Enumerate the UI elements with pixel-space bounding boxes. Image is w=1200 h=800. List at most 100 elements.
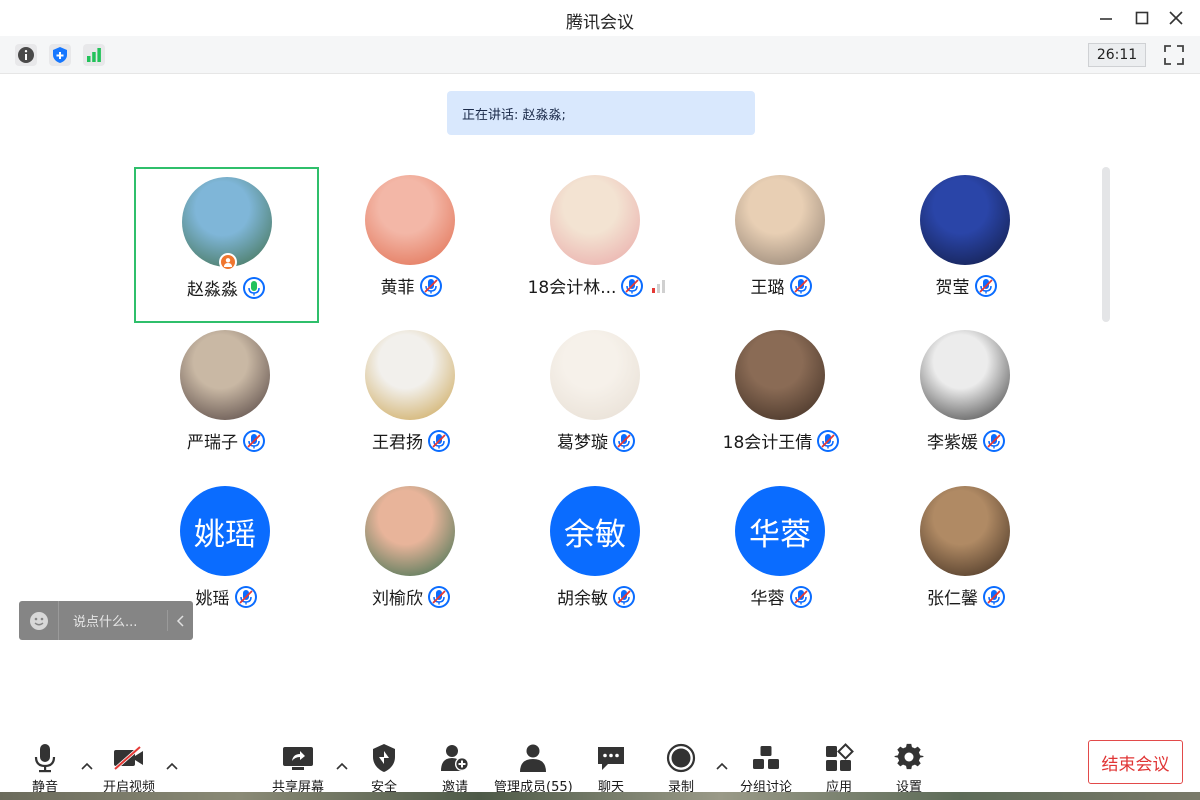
mic-muted-icon bbox=[620, 274, 644, 298]
participant-name-row: 胡余敏 bbox=[504, 584, 689, 609]
video-options-chevron-up-icon[interactable] bbox=[165, 760, 179, 772]
meeting-timer: 26:11 bbox=[1088, 43, 1146, 67]
collapse-chat-button[interactable] bbox=[167, 610, 193, 631]
emoji-button[interactable] bbox=[19, 601, 59, 640]
participant-name-row: 赵淼淼 bbox=[136, 275, 317, 300]
close-button[interactable] bbox=[1163, 6, 1189, 30]
gear-icon bbox=[894, 743, 924, 770]
avatar[interactable] bbox=[920, 175, 1010, 265]
participant-tile[interactable]: 葛梦璇 bbox=[504, 322, 689, 478]
invite-user-icon bbox=[441, 745, 469, 771]
participant-name-row: 18会计王倩 bbox=[689, 428, 874, 453]
manage-members-button[interactable]: 管理成员(55) bbox=[494, 742, 573, 795]
participant-tile[interactable]: 18会计王倩 bbox=[689, 322, 874, 478]
avatar[interactable] bbox=[365, 486, 455, 576]
participant-tile[interactable]: 赵淼淼 bbox=[134, 167, 319, 323]
participant-name-row: 张仁馨 bbox=[874, 584, 1059, 609]
members-icon bbox=[520, 744, 547, 772]
audio-options-chevron-up-icon[interactable] bbox=[80, 760, 94, 772]
mic-muted-icon bbox=[419, 274, 443, 298]
participant-tile[interactable]: 李紫媛 bbox=[874, 322, 1059, 478]
avatar[interactable] bbox=[920, 330, 1010, 420]
mic-muted-icon bbox=[982, 585, 1006, 609]
share-options-chevron-up-icon[interactable] bbox=[335, 760, 349, 772]
maximize-icon bbox=[1135, 11, 1149, 25]
meeting-info-button[interactable] bbox=[15, 44, 37, 66]
grid-scrollbar[interactable] bbox=[1102, 167, 1110, 322]
participant-tile[interactable]: 18会计林... bbox=[504, 167, 689, 323]
avatar[interactable] bbox=[735, 330, 825, 420]
avatar[interactable] bbox=[365, 175, 455, 265]
participant-tile[interactable]: 余敏胡余敏 bbox=[504, 478, 689, 634]
mic-muted-icon bbox=[789, 274, 813, 298]
avatar[interactable]: 姚瑶 bbox=[180, 486, 270, 576]
network-signal-button[interactable] bbox=[83, 44, 105, 66]
end-meeting-button[interactable]: 结束会议 bbox=[1088, 740, 1183, 784]
security-shield-icon bbox=[373, 744, 395, 772]
participant-name: 黄菲 bbox=[380, 278, 415, 298]
participant-name: 张仁馨 bbox=[927, 589, 978, 609]
participant-name-row: 贺莹 bbox=[874, 273, 1059, 298]
participant-tile[interactable]: 王璐 bbox=[689, 167, 874, 323]
chat-button[interactable]: 聊天 bbox=[594, 742, 628, 795]
participant-name-row: 李紫媛 bbox=[874, 428, 1059, 453]
fullscreen-button[interactable] bbox=[1163, 44, 1185, 66]
mute-button[interactable]: 静音 bbox=[28, 742, 62, 795]
record-button[interactable]: 录制 bbox=[664, 742, 698, 795]
breakout-rooms-button[interactable]: 分组讨论 bbox=[740, 742, 792, 795]
avatar-initials: 余敏 bbox=[564, 516, 626, 553]
info-icon bbox=[18, 47, 34, 63]
host-badge-icon bbox=[219, 253, 237, 271]
mic-muted-icon bbox=[427, 429, 451, 453]
participant-name: 王君扬 bbox=[372, 433, 423, 453]
info-bar: 26:11 bbox=[0, 36, 1200, 74]
apps-grid-icon bbox=[826, 743, 854, 771]
participant-tile[interactable]: 张仁馨 bbox=[874, 478, 1059, 634]
participant-tile[interactable]: 严瑞子 bbox=[134, 322, 319, 478]
avatar-initials: 姚瑶 bbox=[194, 516, 256, 553]
participant-tile[interactable]: 贺莹 bbox=[874, 167, 1059, 323]
share-screen-icon bbox=[283, 747, 313, 770]
participant-name: 胡余敏 bbox=[557, 589, 608, 609]
avatar[interactable]: 余敏 bbox=[550, 486, 640, 576]
avatar[interactable] bbox=[180, 330, 270, 420]
quick-chat-bar[interactable]: 说点什么... bbox=[19, 601, 193, 640]
record-icon bbox=[666, 743, 696, 773]
record-options-chevron-up-icon[interactable] bbox=[715, 760, 729, 772]
participant-name: 18会计林... bbox=[527, 278, 617, 298]
participant-tile[interactable]: 王君扬 bbox=[319, 322, 504, 478]
minimize-button[interactable] bbox=[1093, 6, 1119, 30]
security-shield-button[interactable] bbox=[49, 44, 71, 66]
smile-icon bbox=[29, 611, 48, 630]
participant-name-row: 华蓉 bbox=[689, 584, 874, 609]
participant-name: 葛梦璇 bbox=[557, 433, 608, 453]
settings-button[interactable]: 设置 bbox=[892, 742, 926, 795]
shield-icon bbox=[53, 47, 67, 63]
close-icon bbox=[1169, 11, 1183, 25]
avatar[interactable] bbox=[365, 330, 455, 420]
start-video-button[interactable]: 开启视频 bbox=[103, 742, 155, 795]
mic-muted-icon bbox=[789, 585, 813, 609]
avatar[interactable] bbox=[550, 330, 640, 420]
participant-tile[interactable]: 华蓉 华蓉 bbox=[689, 478, 874, 634]
participant-tile[interactable]: 刘榆欣 bbox=[319, 478, 504, 634]
signal-bars-icon bbox=[87, 48, 101, 62]
share-screen-button[interactable]: 共享屏幕 bbox=[272, 742, 324, 795]
avatar[interactable] bbox=[920, 486, 1010, 576]
avatar[interactable]: 华蓉 bbox=[735, 486, 825, 576]
avatar[interactable] bbox=[550, 175, 640, 265]
mic-muted-icon bbox=[612, 429, 636, 453]
participant-name: 赵淼淼 bbox=[187, 280, 238, 300]
participant-name: 华蓉 bbox=[750, 589, 785, 609]
apps-button[interactable]: 应用 bbox=[822, 742, 856, 795]
participant-name-row: 18会计林... bbox=[504, 273, 689, 298]
chat-input[interactable]: 说点什么... bbox=[59, 611, 167, 630]
mic-muted-icon bbox=[612, 585, 636, 609]
fullscreen-icon bbox=[1164, 45, 1184, 65]
security-button[interactable]: 安全 bbox=[367, 742, 401, 795]
invite-button[interactable]: 邀请 bbox=[438, 742, 472, 795]
breakout-rooms-icon bbox=[753, 746, 779, 769]
participant-tile[interactable]: 黄菲 bbox=[319, 167, 504, 323]
avatar[interactable] bbox=[735, 175, 825, 265]
maximize-button[interactable] bbox=[1129, 6, 1155, 30]
